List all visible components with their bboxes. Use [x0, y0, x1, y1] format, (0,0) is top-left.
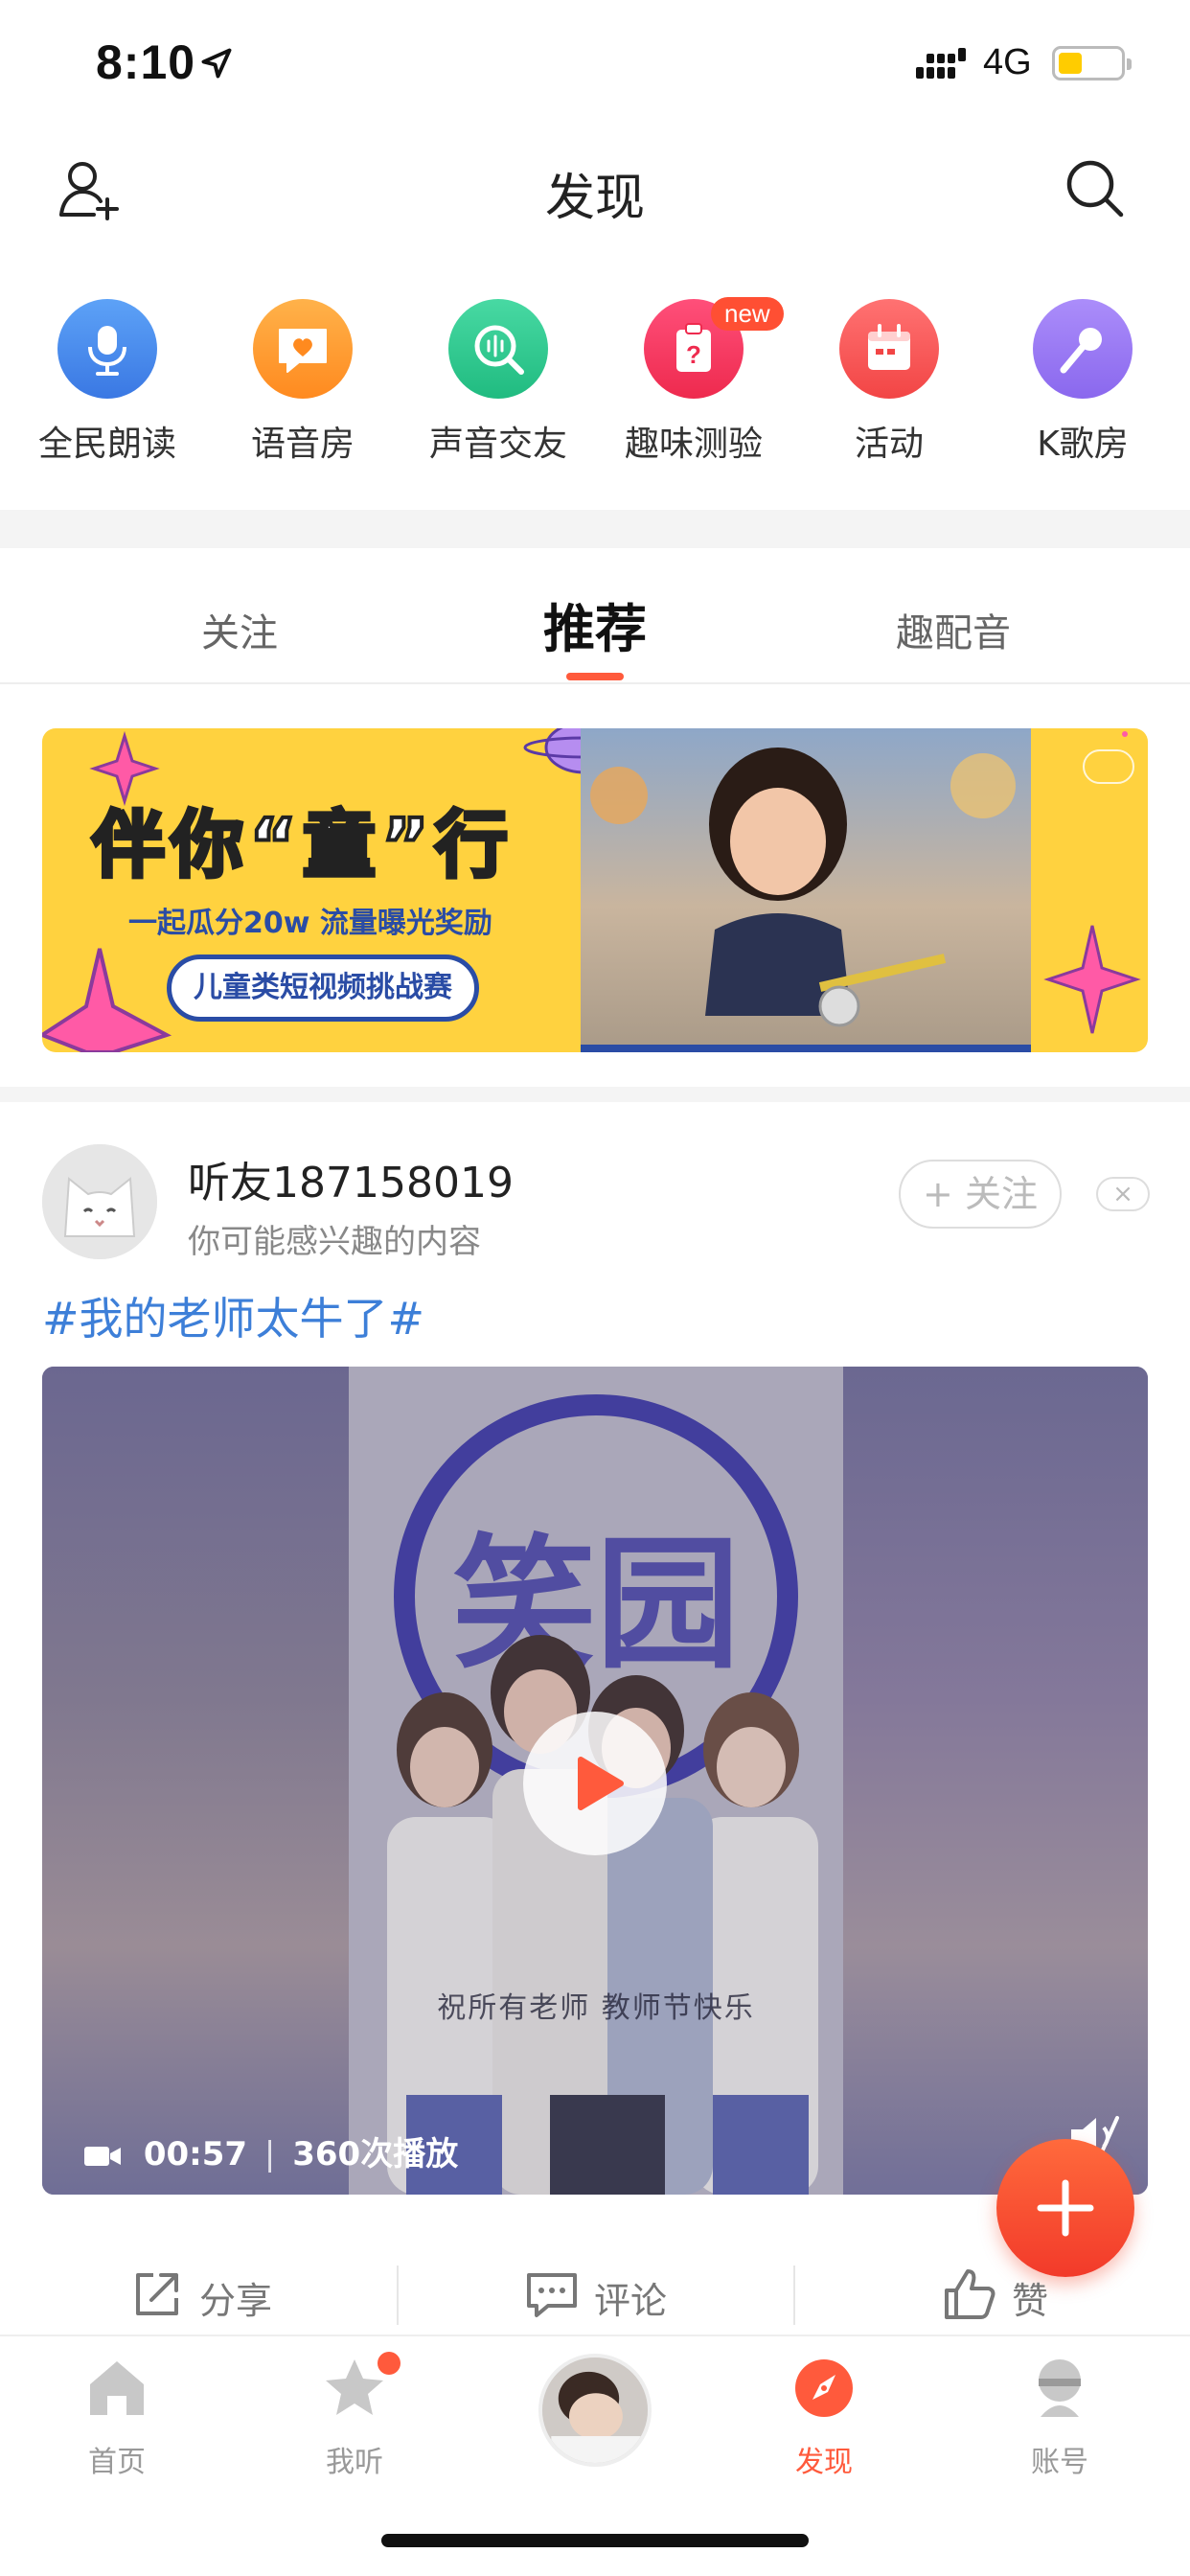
play-button[interactable] — [523, 1712, 667, 1855]
battery-icon — [1052, 46, 1132, 80]
like-button[interactable]: 赞 — [943, 2254, 1077, 2334]
tab-dubbing[interactable]: 趣配音 — [858, 548, 1049, 682]
microphone-icon — [57, 299, 157, 399]
tab-recommended[interactable]: 推荐 — [499, 548, 691, 682]
page-title: 发现 — [544, 170, 645, 227]
dismiss-button[interactable]: × — [1096, 1177, 1150, 1211]
comment-icon — [527, 2273, 577, 2317]
now-playing-cover — [542, 2358, 648, 2463]
promo-banner[interactable]: 伴你“童”行 一起瓜分20w 流量曝光奖励 儿童类短视频挑战赛 — [42, 728, 1148, 1052]
new-badge: new — [711, 297, 784, 331]
video-play-count: 360次播放 — [292, 2135, 459, 2174]
cat-avatar-icon — [42, 1144, 157, 1259]
card-actions: 分享 评论 赞 — [0, 2254, 1190, 2334]
calendar-icon — [839, 299, 939, 399]
home-icon — [90, 2361, 144, 2415]
banner-close-icon[interactable] — [1083, 749, 1134, 784]
section-divider — [0, 510, 1190, 548]
follow-button[interactable]: + 关注 — [899, 1160, 1062, 1229]
shortcut-read-aloud[interactable]: 全民朗读 — [10, 299, 205, 472]
video-blur-left — [42, 1367, 349, 2195]
action-divider — [793, 2266, 795, 2325]
banner-title: 伴你“童”行 — [90, 800, 514, 889]
shortcut-label: 语音房 — [250, 425, 355, 464]
status-bar: 8:10 4G — [0, 0, 1190, 126]
banner-subtitle: 一起瓜分20w 流量曝光奖励 — [128, 907, 492, 940]
tabbar-home[interactable]: 首页 — [40, 2356, 194, 2490]
shortcut-voice-friends[interactable]: 声音交友 — [400, 299, 596, 472]
shortcut-label: K歌房 — [1037, 425, 1129, 464]
comment-button[interactable]: 评论 — [525, 2254, 688, 2334]
action-divider — [397, 2266, 399, 2325]
video-player[interactable]: 笑园 祝所有老师 教师节快乐 00:57 | 360次播放 — [42, 1367, 1148, 2195]
shortcut-row: 全民朗读 语音房 声音交友 ? new 趣味测验 活动 K歌房 — [0, 297, 1190, 472]
tabbar-discover[interactable]: 发现 — [747, 2356, 901, 2490]
home-indicator — [381, 2534, 809, 2547]
nav-bar: 发现 — [0, 134, 1190, 249]
thumbs-up-icon — [945, 2269, 995, 2319]
compass-icon — [795, 2359, 853, 2417]
video-blur-right — [843, 1367, 1148, 2195]
video-subtitle: 祝所有老师 教师节快乐 — [437, 1991, 755, 2025]
tabbar-account[interactable]: 账号 — [983, 2356, 1136, 2490]
username[interactable]: 听友187158019 — [188, 1148, 514, 1209]
play-icon — [578, 1757, 624, 1810]
shortcut-karaoke[interactable]: K歌房 — [985, 299, 1180, 472]
tab-indicator — [566, 673, 624, 680]
meta-separator: | — [263, 2135, 276, 2174]
discover-screen: 8:10 4G 发现 全民朗读 语音房 声音交友 ? new 趣味测验 活动 K… — [0, 0, 1190, 2576]
voice-search-icon — [448, 299, 548, 399]
feed-tabs: 关注 推荐 趣配音 — [0, 548, 1190, 684]
recommend-reason: 你可能感兴趣的内容 — [188, 1223, 481, 1261]
karaoke-mic-icon — [1033, 299, 1133, 399]
tab-following[interactable]: 关注 — [144, 548, 335, 682]
plus-icon — [1037, 2179, 1094, 2237]
shortcut-label: 活动 — [854, 425, 924, 464]
topic-tag[interactable]: #我的老师太牛了# — [42, 1284, 424, 1347]
notification-dot — [378, 2352, 400, 2375]
user-icon — [1039, 2359, 1081, 2417]
banner-photo — [581, 728, 1031, 1052]
svg-text:?: ? — [686, 340, 701, 369]
shortcut-label: 声音交友 — [428, 425, 567, 464]
tabbar-listening[interactable]: 我听 — [278, 2352, 431, 2490]
status-time: 8:10 — [96, 35, 196, 89]
share-icon — [136, 2273, 178, 2315]
share-button[interactable]: 分享 — [130, 2254, 293, 2334]
location-arrow-icon — [201, 48, 232, 79]
heart-chat-icon — [253, 299, 353, 399]
now-playing-avatar[interactable] — [538, 2354, 652, 2467]
video-meta: 00:57 | 360次播放 — [84, 2128, 458, 2174]
signal-icon — [916, 48, 966, 79]
shortcut-label: 趣味测验 — [624, 425, 763, 464]
section-divider — [0, 1087, 1190, 1102]
banner-pill: 儿童类短视频挑战赛 — [167, 954, 479, 1022]
avatar[interactable] — [42, 1144, 157, 1259]
shortcut-events[interactable]: 活动 — [791, 299, 987, 472]
shortcut-quiz[interactable]: ? new 趣味测验 — [596, 297, 791, 472]
network-type: 4G — [983, 42, 1032, 82]
video-duration: 00:57 — [143, 2135, 248, 2174]
video-camera-icon — [84, 2146, 121, 2166]
shortcut-voice-room[interactable]: 语音房 — [205, 299, 400, 472]
search-icon[interactable] — [1064, 157, 1127, 220]
shortcut-label: 全民朗读 — [37, 425, 176, 464]
